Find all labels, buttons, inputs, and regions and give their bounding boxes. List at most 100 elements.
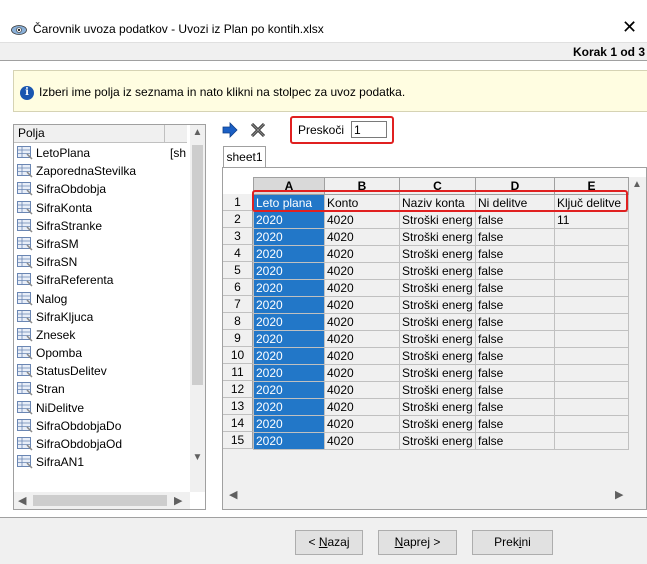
table-cell[interactable] xyxy=(554,262,629,280)
close-icon[interactable]: ✕ xyxy=(622,17,637,37)
scroll-left-icon[interactable]: ◀ xyxy=(229,488,237,501)
table-cell[interactable] xyxy=(554,347,629,365)
table-cell[interactable]: false xyxy=(475,296,555,314)
row-number[interactable]: 8 xyxy=(223,313,253,330)
row-number[interactable]: 1 xyxy=(223,194,253,211)
table-cell[interactable]: 4020 xyxy=(324,398,400,416)
table-cell[interactable] xyxy=(554,381,629,399)
table-cell[interactable]: Stroški energ xyxy=(399,364,476,382)
skip-rows-input[interactable] xyxy=(351,121,387,138)
field-list-item[interactable]: ZaporednaStevilka xyxy=(14,162,190,180)
row-number[interactable]: 4 xyxy=(223,245,253,262)
table-cell[interactable]: false xyxy=(475,245,555,263)
table-cell[interactable]: 2020 xyxy=(253,211,325,229)
scroll-right-icon[interactable]: ▶ xyxy=(615,488,623,501)
row-number[interactable]: 6 xyxy=(223,279,253,296)
table-cell[interactable]: 4020 xyxy=(324,279,400,297)
table-cell[interactable]: Stroški energ xyxy=(399,228,476,246)
field-list-item[interactable]: SifraObdobjaDo xyxy=(14,417,190,435)
field-list-item[interactable]: Opomba xyxy=(14,344,190,362)
field-list-item[interactable]: NiDelitve xyxy=(14,399,190,417)
field-list-item[interactable]: LetoPlana [sh xyxy=(14,144,190,162)
table-cell[interactable]: Ni delitve xyxy=(475,194,555,212)
table-cell[interactable]: 4020 xyxy=(324,432,400,450)
table-cell[interactable]: 4020 xyxy=(324,415,400,433)
table-cell[interactable]: 2020 xyxy=(253,245,325,263)
table-cell[interactable]: false xyxy=(475,381,555,399)
table-cell[interactable]: Naziv konta xyxy=(399,194,476,212)
column-header[interactable]: A xyxy=(253,177,325,195)
scroll-thumb[interactable] xyxy=(192,145,203,385)
row-number[interactable]: 7 xyxy=(223,296,253,313)
table-cell[interactable]: Stroški energ xyxy=(399,381,476,399)
table-cell[interactable] xyxy=(554,432,629,450)
field-list-item[interactable]: SifraAN1 xyxy=(14,453,190,471)
back-button[interactable]: < Nazaj xyxy=(295,530,363,555)
table-cell[interactable] xyxy=(554,245,629,263)
row-number[interactable]: 13 xyxy=(223,398,253,415)
row-number[interactable]: 3 xyxy=(223,228,253,245)
row-number[interactable]: 12 xyxy=(223,381,253,398)
table-cell[interactable] xyxy=(554,398,629,416)
table-cell[interactable]: 2020 xyxy=(253,347,325,365)
field-list-item[interactable]: SifraStranke xyxy=(14,217,190,235)
table-cell[interactable]: Stroški energ xyxy=(399,245,476,263)
table-cell[interactable]: 2020 xyxy=(253,398,325,416)
table-cell[interactable]: false xyxy=(475,313,555,331)
table-cell[interactable]: false xyxy=(475,347,555,365)
table-cell[interactable] xyxy=(554,228,629,246)
field-list-vertical-scrollbar[interactable]: ▲ ▼ xyxy=(190,125,205,492)
table-cell[interactable]: Stroški energ xyxy=(399,262,476,280)
table-cell[interactable]: Stroški energ xyxy=(399,415,476,433)
table-cell[interactable]: Leto plana xyxy=(253,194,325,212)
column-header[interactable]: E xyxy=(554,177,629,195)
table-cell[interactable]: 2020 xyxy=(253,262,325,280)
table-cell[interactable] xyxy=(554,415,629,433)
table-cell[interactable]: 2020 xyxy=(253,279,325,297)
table-cell[interactable]: false xyxy=(475,398,555,416)
field-list-item[interactable]: SifraKonta xyxy=(14,199,190,217)
table-cell[interactable]: Konto xyxy=(324,194,400,212)
field-list-item[interactable]: SifraSN xyxy=(14,253,190,271)
row-number[interactable]: 2 xyxy=(223,211,253,228)
row-number[interactable]: 9 xyxy=(223,330,253,347)
table-cell[interactable]: 2020 xyxy=(253,415,325,433)
table-cell[interactable]: false xyxy=(475,279,555,297)
grid-vertical-scrollbar[interactable]: ▲ xyxy=(629,177,646,486)
scroll-left-icon[interactable]: ◀ xyxy=(18,494,26,507)
column-header[interactable]: B xyxy=(324,177,400,195)
table-cell[interactable]: Stroški energ xyxy=(399,398,476,416)
table-cell[interactable]: Stroški energ xyxy=(399,279,476,297)
table-cell[interactable]: false xyxy=(475,262,555,280)
field-list-item[interactable]: SifraReferenta xyxy=(14,271,190,289)
field-list-item[interactable]: SifraObdobja xyxy=(14,180,190,198)
field-list-item[interactable]: SifraKljuca xyxy=(14,308,190,326)
table-cell[interactable]: false xyxy=(475,415,555,433)
table-cell[interactable]: false xyxy=(475,364,555,382)
scroll-down-icon[interactable]: ▼ xyxy=(192,452,203,463)
scroll-up-icon[interactable]: ▲ xyxy=(192,127,203,138)
table-cell[interactable] xyxy=(554,313,629,331)
row-number[interactable]: 14 xyxy=(223,415,253,432)
assign-arrow-icon[interactable] xyxy=(221,121,239,139)
field-list[interactable]: LetoPlana [sh ZaporednaStevilka SifraObdobj… xyxy=(14,144,190,492)
table-cell[interactable]: 2020 xyxy=(253,364,325,382)
table-cell[interactable]: 4020 xyxy=(324,296,400,314)
table-cell[interactable]: 2020 xyxy=(253,296,325,314)
field-list-header-extra[interactable] xyxy=(165,125,187,143)
table-cell[interactable]: 2020 xyxy=(253,432,325,450)
table-cell[interactable]: Ključ delitve xyxy=(554,194,629,212)
remove-x-icon[interactable] xyxy=(249,121,267,139)
field-list-item[interactable]: Znesek xyxy=(14,326,190,344)
table-cell[interactable]: 4020 xyxy=(324,211,400,229)
table-cell[interactable]: 4020 xyxy=(324,262,400,280)
table-cell[interactable]: 4020 xyxy=(324,364,400,382)
column-header[interactable]: C xyxy=(399,177,476,195)
table-cell[interactable] xyxy=(554,364,629,382)
row-number[interactable]: 15 xyxy=(223,432,253,449)
field-list-item[interactable]: SifraSM xyxy=(14,235,190,253)
row-number[interactable]: 11 xyxy=(223,364,253,381)
row-number[interactable]: 10 xyxy=(223,347,253,364)
scroll-up-icon[interactable]: ▲ xyxy=(632,179,642,190)
table-cell[interactable]: false xyxy=(475,228,555,246)
